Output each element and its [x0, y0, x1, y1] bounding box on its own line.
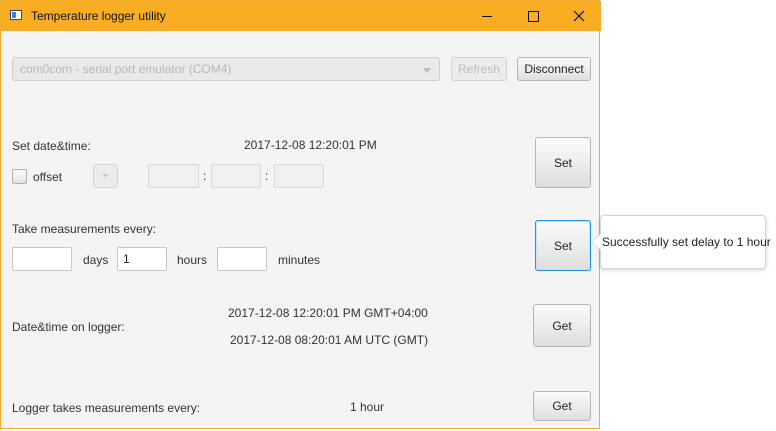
- hours-field[interactable]: [117, 247, 167, 271]
- hours-label: hours: [177, 253, 208, 267]
- maximize-icon: [527, 10, 539, 22]
- title-bar[interactable]: Temperature logger utility: [1, 1, 601, 31]
- set-interval-button[interactable]: Set: [535, 220, 591, 271]
- window-title: Temperature logger utility: [31, 9, 166, 23]
- get-logger-interval-button[interactable]: Get: [533, 391, 591, 421]
- minimize-icon: [482, 15, 492, 17]
- app-window: Temperature logger utility com0com - ser…: [0, 0, 601, 429]
- logger-utc-datetime: 2017-12-08 08:20:01 AM UTC (GMT): [230, 333, 429, 347]
- offset-seconds-field[interactable]: [274, 164, 324, 188]
- set-datetime-label: Set date&time:: [12, 139, 91, 153]
- measurement-interval-label: Take measurements every:: [12, 222, 157, 236]
- chevron-down-icon: [423, 68, 431, 73]
- app-icon: [10, 10, 22, 20]
- port-select-value: com0com - serial port emulator (COM4): [20, 62, 232, 76]
- offset-checkbox[interactable]: [12, 169, 27, 184]
- close-icon: [573, 10, 585, 22]
- logger-interval-value: 1 hour: [350, 400, 385, 414]
- logger-datetime-label: Date&time on logger:: [12, 320, 125, 334]
- close-button[interactable]: [556, 1, 602, 31]
- tooltip-arrow-fill: [592, 234, 601, 250]
- set-datetime-button[interactable]: Set: [535, 137, 591, 188]
- current-datetime-value: 2017-12-08 12:20:01 PM: [244, 138, 377, 152]
- logger-local-datetime: 2017-12-08 12:20:01 PM GMT+04:00: [228, 306, 428, 320]
- port-select[interactable]: com0com - serial port emulator (COM4): [12, 57, 440, 81]
- offset-label: offset: [33, 170, 63, 184]
- success-tooltip: Successfully set delay to 1 hour: [600, 215, 771, 269]
- minutes-label: minutes: [278, 253, 321, 267]
- offset-separator-2: :: [265, 169, 269, 183]
- offset-minutes-field[interactable]: [211, 164, 261, 188]
- maximize-button[interactable]: [510, 1, 556, 31]
- days-label: days: [83, 253, 109, 267]
- offset-separator-1: :: [203, 169, 207, 183]
- offset-plus-button[interactable]: +: [93, 164, 118, 188]
- days-field[interactable]: [12, 247, 72, 271]
- minimize-button[interactable]: [464, 1, 510, 31]
- logger-interval-label: Logger takes measurements every:: [12, 401, 201, 415]
- disconnect-button[interactable]: Disconnect: [517, 57, 591, 81]
- offset-hours-field[interactable]: [148, 164, 199, 188]
- refresh-button[interactable]: Refresh: [451, 57, 507, 81]
- get-logger-datetime-button[interactable]: Get: [533, 304, 591, 347]
- tooltip-text: Successfully set delay to 1 hour: [602, 235, 771, 249]
- minutes-field[interactable]: [217, 247, 267, 271]
